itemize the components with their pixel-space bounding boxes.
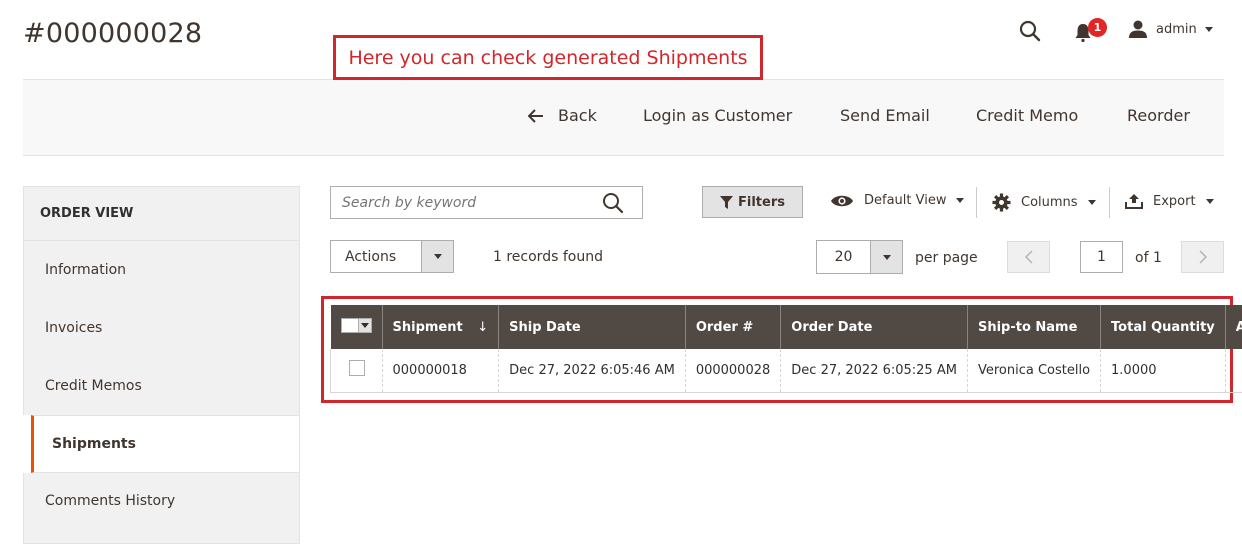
toolbar-divider — [1109, 187, 1110, 218]
chevron-down-icon — [1087, 200, 1096, 205]
eye-icon — [831, 195, 853, 206]
sidebar-item-credit-memos[interactable]: Credit Memos — [23, 357, 300, 415]
row-select-checkbox[interactable] — [349, 360, 365, 377]
grid-header-row: Shipment ↓ Ship Date Order # Order Date … — [330, 305, 1242, 349]
chevron-down-icon — [360, 323, 369, 328]
sidebar-item-information[interactable]: Information — [23, 241, 300, 299]
columns-label: Columns — [1021, 195, 1078, 210]
mass-actions-label: Actions — [345, 248, 397, 265]
cell-ship-to-name: Veronica Costello — [966, 349, 1101, 393]
mass-select-header — [330, 305, 382, 349]
per-page-value: 20 — [834, 249, 853, 265]
toolbar-divider — [976, 187, 977, 218]
previous-page-button[interactable] — [1007, 241, 1050, 273]
mass-actions-select[interactable]: Actions — [330, 240, 454, 273]
filters-button[interactable]: Filters — [702, 186, 803, 218]
login-as-customer-button[interactable]: Login as Customer — [643, 106, 792, 125]
next-page-button[interactable] — [1181, 241, 1224, 273]
sidebar-title: ORDER VIEW — [23, 186, 300, 241]
export-icon — [1125, 194, 1143, 209]
order-view-sidebar: ORDER VIEW Information Invoices Credit M… — [23, 186, 300, 544]
per-page-select[interactable]: 20 — [816, 240, 903, 274]
cell-shipment: 000000018 — [381, 349, 499, 393]
global-search-button[interactable] — [1018, 19, 1042, 43]
shipments-grid: Shipment ↓ Ship Date Order # Order Date … — [330, 305, 1242, 393]
cell-order-number: 000000028 — [684, 349, 781, 393]
default-view-label: Default View — [864, 193, 947, 208]
records-found: 1 records found — [493, 249, 603, 265]
annotation-callout: Here you can check generated Shipments — [333, 35, 763, 80]
filters-label: Filters — [738, 194, 785, 210]
column-header-ship-date[interactable]: Ship Date — [498, 305, 686, 349]
chevron-down-icon — [433, 254, 442, 259]
per-page-toggle[interactable] — [870, 241, 902, 273]
column-header-order-number[interactable]: Order # — [684, 305, 781, 349]
page-actions-bar: Back Login as Customer Send Email Credit… — [23, 79, 1224, 156]
notification-count-badge: 1 — [1088, 18, 1107, 37]
default-view-dropdown[interactable]: Default View — [830, 193, 965, 208]
search-icon[interactable] — [602, 192, 624, 214]
column-header-shipment[interactable]: Shipment ↓ — [381, 305, 499, 349]
sidebar-item-shipments[interactable]: Shipments — [31, 415, 300, 473]
gear-icon — [992, 193, 1011, 212]
mass-actions-toggle[interactable] — [421, 241, 453, 272]
column-header-action: Action — [1224, 305, 1242, 349]
page-title: #000000028 — [23, 18, 203, 49]
filter-icon — [720, 195, 733, 209]
table-row: 000000018 Dec 27, 2022 6:05:46 AM 000000… — [330, 349, 1242, 393]
user-icon — [1129, 20, 1147, 38]
back-button[interactable]: Back — [528, 106, 597, 125]
cell-total-quantity: 1.0000 — [1100, 349, 1226, 393]
back-label: Back — [558, 106, 597, 125]
columns-dropdown[interactable]: Columns — [992, 193, 1096, 212]
send-email-button[interactable]: Send Email — [840, 106, 930, 125]
column-header-ship-to-name[interactable]: Ship-to Name — [966, 305, 1101, 349]
column-header-total-quantity[interactable]: Total Quantity — [1100, 305, 1226, 349]
user-name: admin — [1156, 21, 1197, 37]
chevron-down-icon — [1204, 26, 1213, 32]
chevron-down-icon — [1205, 198, 1214, 204]
total-pages: of 1 — [1135, 250, 1162, 266]
arrow-left-icon — [528, 108, 543, 123]
sidebar-item-comments-history[interactable]: Comments History — [23, 473, 300, 544]
per-page-label: per page — [915, 250, 978, 266]
notifications-button[interactable]: 1 — [1074, 18, 1108, 44]
search-input[interactable] — [342, 194, 592, 211]
keyword-search — [330, 186, 643, 219]
mass-select-dropdown[interactable] — [340, 318, 372, 333]
cell-order-date: Dec 27, 2022 6:05:25 AM — [780, 349, 968, 393]
search-icon — [1019, 20, 1041, 42]
export-label: Export — [1153, 193, 1196, 209]
cell-ship-date: Dec 27, 2022 6:05:46 AM — [498, 349, 686, 393]
chevron-down-icon — [882, 254, 891, 260]
export-dropdown[interactable]: Export — [1125, 193, 1214, 209]
chevron-left-icon — [1024, 250, 1032, 264]
chevron-right-icon — [1199, 250, 1207, 264]
reorder-button[interactable]: Reorder — [1127, 106, 1190, 125]
user-menu[interactable]: admin — [1128, 19, 1213, 39]
current-page-input[interactable]: 1 — [1080, 241, 1123, 273]
chevron-down-icon — [956, 198, 965, 203]
credit-memo-button[interactable]: Credit Memo — [976, 106, 1078, 125]
sidebar-item-invoices[interactable]: Invoices — [23, 299, 300, 357]
sort-arrow-down-icon: ↓ — [477, 319, 489, 335]
column-header-order-date[interactable]: Order Date — [780, 305, 968, 349]
